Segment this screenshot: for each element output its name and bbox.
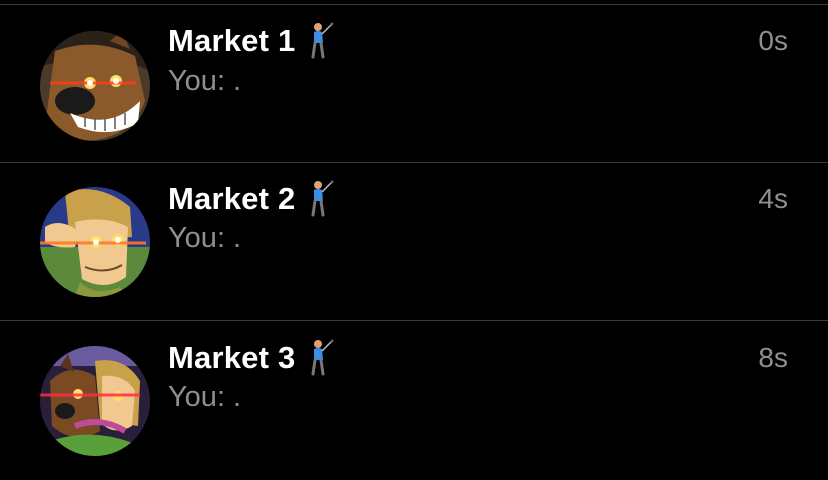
conversation-name: Market 3 [168, 340, 296, 375]
timestamp: 4s [758, 183, 788, 214]
golfer-icon [307, 179, 337, 219]
scooby-laser-eyes-avatar [40, 31, 150, 141]
conversation-row-market-1[interactable]: Market 1 You: . 0s [0, 5, 828, 163]
golfer-icon [307, 21, 337, 61]
golfer-icon [307, 338, 337, 378]
conversation-row-market-2[interactable]: Market 2 You: . 4s [0, 163, 828, 321]
conversation-title-line: Market 2 [168, 179, 337, 219]
timestamp: 8s [758, 342, 788, 373]
message-preview: You: . [168, 222, 242, 254]
conversation-title-line: Market 1 [168, 21, 337, 61]
conversation-title-line: Market 3 [168, 338, 337, 378]
message-preview: You: . [168, 381, 242, 413]
message-preview: You: . [168, 65, 242, 97]
conversation-name: Market 1 [168, 23, 296, 58]
conversation-name: Market 2 [168, 181, 296, 216]
scooby-shaggy-laser-eyes-avatar [40, 346, 150, 456]
row-divider [0, 320, 828, 321]
conversation-row-market-3[interactable]: Market 3 You: . 8s [0, 322, 828, 480]
timestamp: 0s [758, 25, 788, 56]
shaggy-laser-eyes-avatar [40, 187, 150, 297]
